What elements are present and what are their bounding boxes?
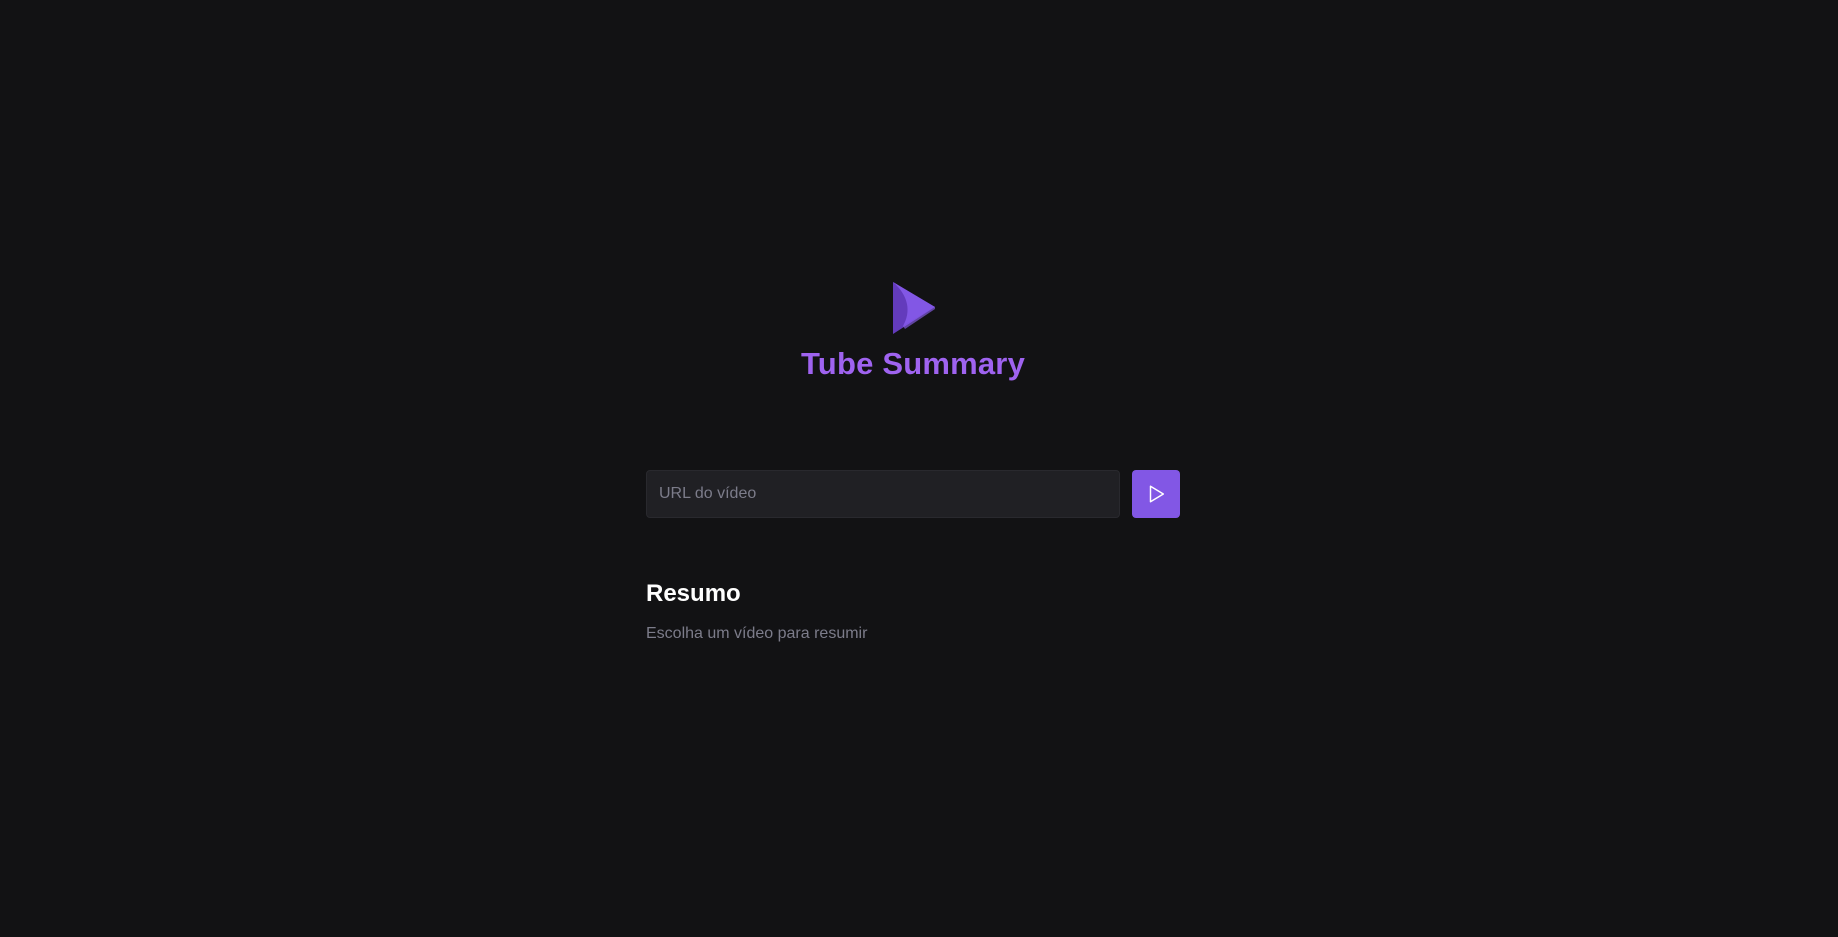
summarize-button[interactable] — [1132, 470, 1180, 518]
main-content: Resumo Escolha um vídeo para resumir — [646, 470, 1180, 644]
app-header: Tube Summary — [0, 282, 1826, 379]
play-triangle-logo-icon — [893, 282, 935, 334]
video-url-input[interactable] — [646, 470, 1120, 518]
video-url-form — [646, 470, 1180, 518]
summary-title: Resumo — [646, 580, 741, 607]
summary-text: Escolha um vídeo para resumir — [646, 625, 868, 642]
page: Tube Summary Resumo Escolha um vídeo par… — [0, 0, 1838, 937]
summary-section: Resumo Escolha um vídeo para resumir — [646, 582, 1180, 644]
app-title: Tube Summary — [800, 346, 1026, 381]
play-icon — [1149, 485, 1165, 503]
